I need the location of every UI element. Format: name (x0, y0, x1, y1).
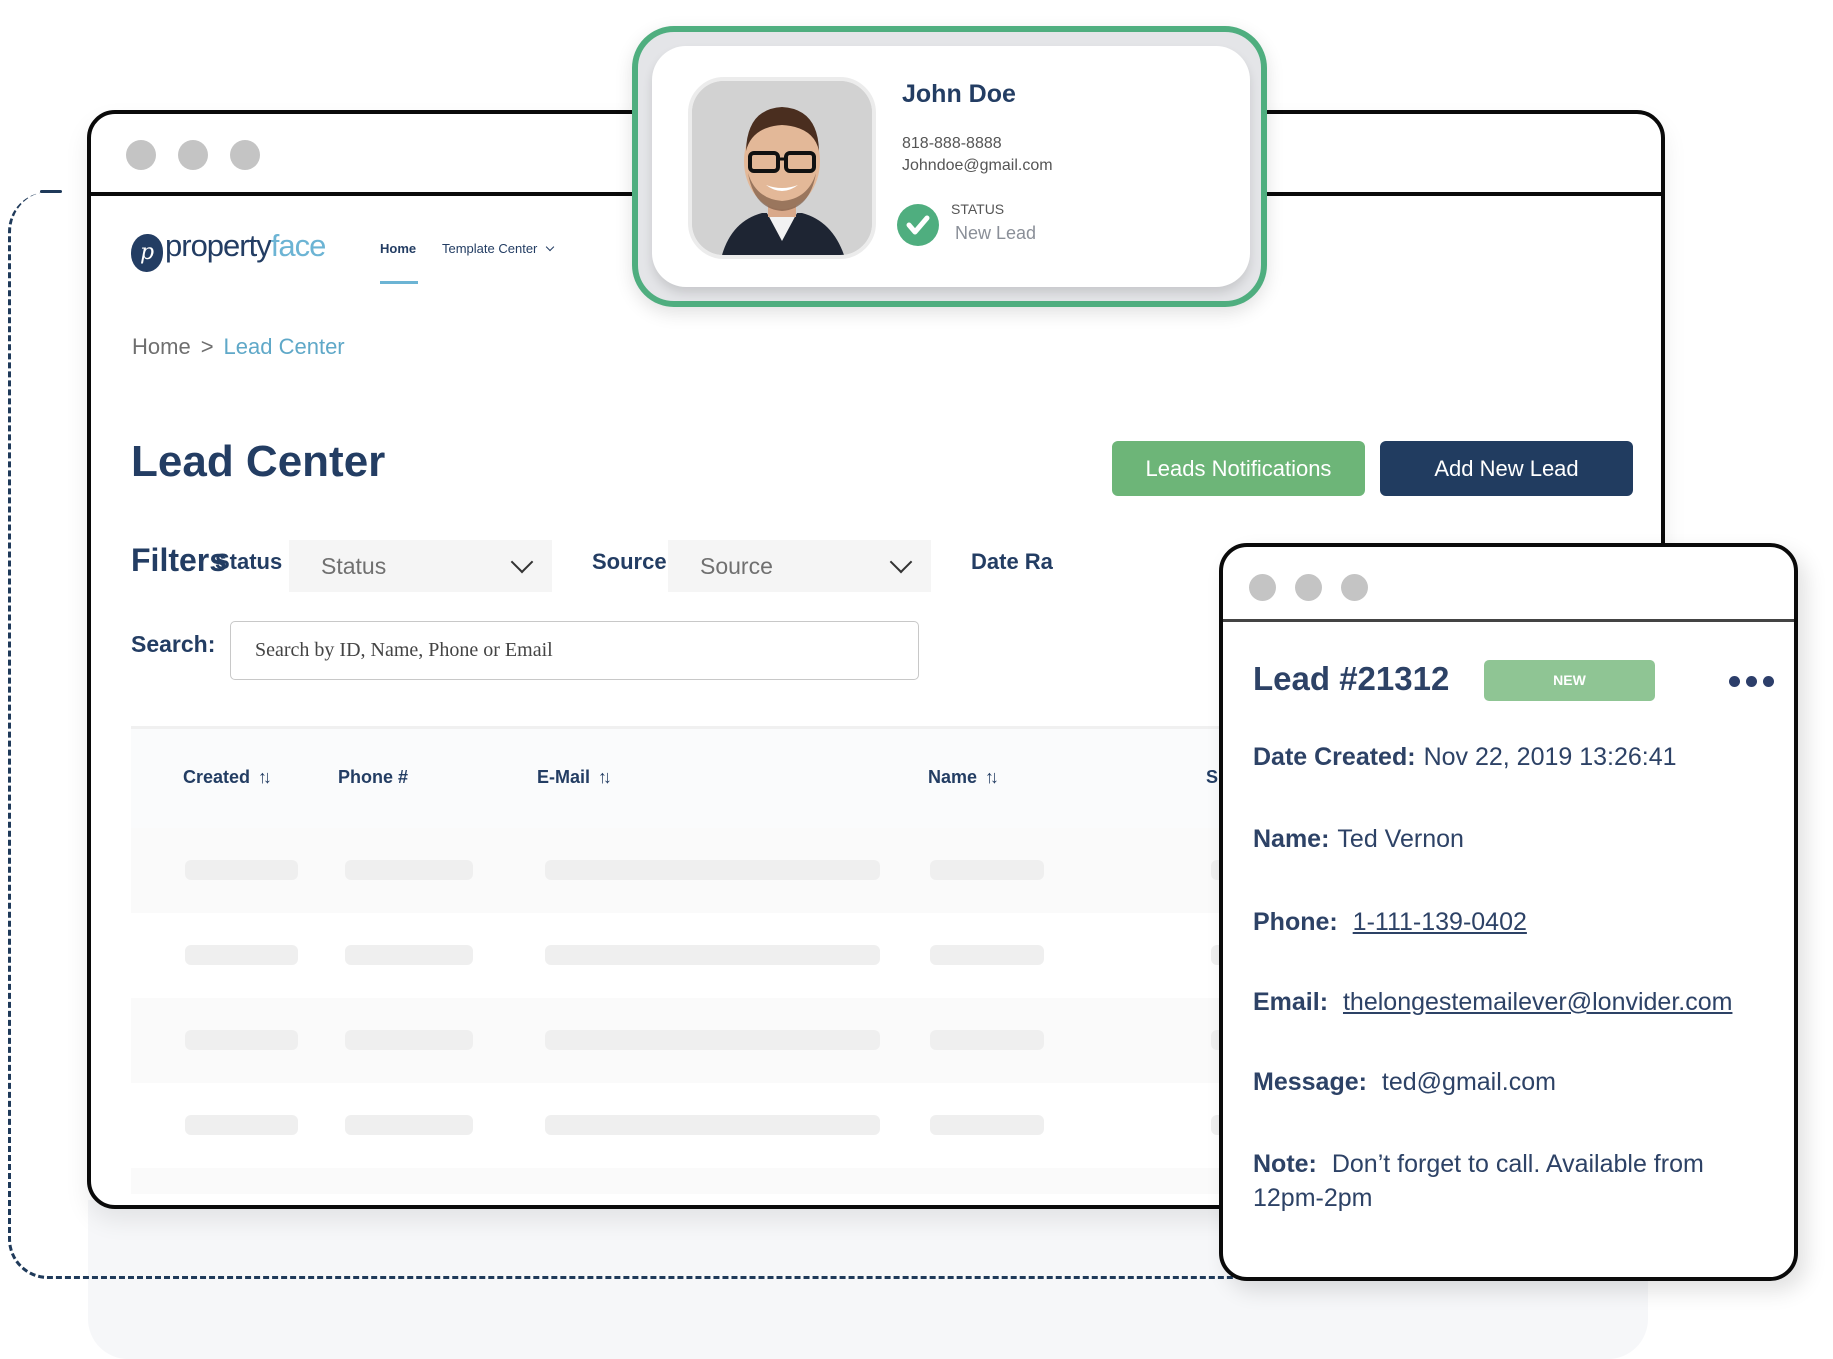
status-caption: STATUS (951, 201, 1005, 217)
skeleton-cell (185, 1030, 298, 1050)
skeleton-cell (930, 945, 1044, 965)
field-label: Date Created: (1253, 743, 1416, 771)
field-label: Email: (1253, 988, 1329, 1016)
chevron-down-icon (545, 242, 555, 252)
search-input[interactable]: Search by ID, Name, Phone or Email (230, 621, 919, 680)
field-date-created: Date Created: Nov 22, 2019 13:26:41 (1253, 743, 1677, 772)
field-email: Email: thelongestemailever@lonvider.com (1253, 988, 1732, 1017)
more-dot (1729, 676, 1740, 687)
leads-notifications-button[interactable]: Leads Notifications (1112, 441, 1365, 496)
skeleton-cell (345, 945, 473, 965)
lead-title: Lead #21312 (1253, 660, 1450, 697)
status-filter-label: Status (215, 549, 283, 574)
skeleton-cell (185, 860, 298, 880)
window-dot-minimize (1295, 574, 1322, 601)
column-label: E-Mail (537, 767, 591, 787)
column-label: Name (928, 767, 978, 787)
column-label: Phone # (338, 767, 409, 787)
email-link[interactable]: thelongestemailever@lonvider.com (1343, 988, 1732, 1016)
date-range-filter-label: Date Ra (971, 549, 1053, 574)
column-header-email[interactable]: E-Mail ↑↓ (537, 767, 612, 788)
profile-phone: 818-888-8888 (902, 135, 1002, 152)
breadcrumb: Home > Lead Center (132, 334, 345, 360)
field-label: Note: (1253, 1150, 1317, 1178)
add-new-lead-button[interactable]: Add New Lead (1380, 441, 1633, 496)
field-label: Name: (1253, 825, 1330, 853)
window-dot-minimize (178, 140, 208, 170)
field-value: Don’t forget to call. Available from 12p… (1253, 1150, 1704, 1212)
chevron-down-icon (510, 550, 534, 574)
chevron-down-icon (889, 550, 913, 574)
field-value: ted@gmail.com (1381, 1068, 1556, 1096)
brand-logo-icon[interactable]: p (131, 234, 163, 272)
phone-link[interactable]: 1-111-139-0402 (1353, 908, 1527, 936)
field-value: Nov 22, 2019 13:26:41 (1423, 743, 1677, 771)
skeleton-cell (545, 1115, 880, 1135)
column-label: Created (183, 767, 251, 787)
field-label: Phone: (1253, 908, 1338, 936)
column-header-phone[interactable]: Phone # (338, 767, 408, 788)
skeleton-cell (930, 1030, 1044, 1050)
nav-item-home[interactable]: Home (380, 241, 416, 256)
avatar (688, 77, 876, 259)
skeleton-cell (545, 945, 880, 965)
window-dot-close (1249, 574, 1276, 601)
field-value: Ted Vernon (1337, 825, 1464, 853)
column-header-name[interactable]: Name ↑↓ (928, 767, 999, 788)
source-select-value: Source (700, 553, 773, 579)
brand-name-part1: property (165, 228, 272, 263)
page-title: Lead Center (131, 437, 386, 486)
skeleton-cell (930, 860, 1044, 880)
more-dot (1746, 676, 1757, 687)
window-dot-maximize (230, 140, 260, 170)
skeleton-cell (345, 1030, 473, 1050)
field-name: Name: Ted Vernon (1253, 825, 1464, 854)
sort-icon[interactable]: ↑↓ (598, 767, 612, 788)
skeleton-cell (345, 860, 473, 880)
field-label: Message: (1253, 1068, 1367, 1096)
breadcrumb-home[interactable]: Home (132, 334, 191, 359)
column-header-s[interactable]: S (1206, 767, 1218, 788)
profile-name: John Doe (902, 80, 1016, 108)
field-phone: Phone: 1-111-139-0402 (1253, 908, 1527, 937)
status-select[interactable]: Status (289, 540, 552, 592)
lead-card-titlebar (1223, 547, 1794, 622)
breadcrumb-separator: > (200, 334, 214, 359)
source-select[interactable]: Source (668, 540, 931, 592)
status-badge: NEW (1484, 660, 1655, 701)
brand-logo-text[interactable]: propertyface (165, 228, 327, 264)
skeleton-cell (930, 1115, 1044, 1135)
column-header-created[interactable]: Created ↑↓ (183, 767, 272, 788)
window-dot-close (126, 140, 156, 170)
person-photo-icon (692, 81, 872, 255)
skeleton-cell (185, 945, 298, 965)
nav-template-label: Template Center (442, 241, 538, 256)
brand-name-part2: face (270, 228, 327, 263)
source-filter-label: Source (592, 549, 667, 574)
skeleton-cell (545, 860, 880, 880)
search-label: Search: (131, 631, 216, 657)
window-dot-maximize (1341, 574, 1368, 601)
field-message: Message: ted@gmail.com (1253, 1068, 1556, 1097)
breadcrumb-current[interactable]: Lead Center (224, 334, 345, 359)
nav-item-template-center[interactable]: Template Center (442, 241, 555, 256)
filters-heading: Filters (131, 542, 228, 578)
dashed-frame-stub (40, 190, 62, 193)
skeleton-cell (185, 1115, 298, 1135)
lead-detail-card: Lead #21312 NEW Date Created: Nov 22, 201… (1219, 543, 1798, 1281)
status-select-value: Status (321, 553, 387, 579)
skeleton-cell (345, 1115, 473, 1135)
check-circle-icon (897, 204, 939, 246)
column-label: S (1206, 767, 1219, 787)
status-value: New Lead (955, 223, 1037, 243)
field-note: Note: Don’t forget to call. Available fr… (1253, 1147, 1773, 1215)
sort-icon[interactable]: ↑↓ (258, 767, 272, 788)
sort-icon[interactable]: ↑↓ (985, 767, 999, 788)
more-dot (1763, 676, 1774, 687)
nav-active-indicator (380, 281, 418, 284)
profile-email: Johndoe@gmail.com (902, 157, 1053, 174)
skeleton-cell (545, 1030, 880, 1050)
